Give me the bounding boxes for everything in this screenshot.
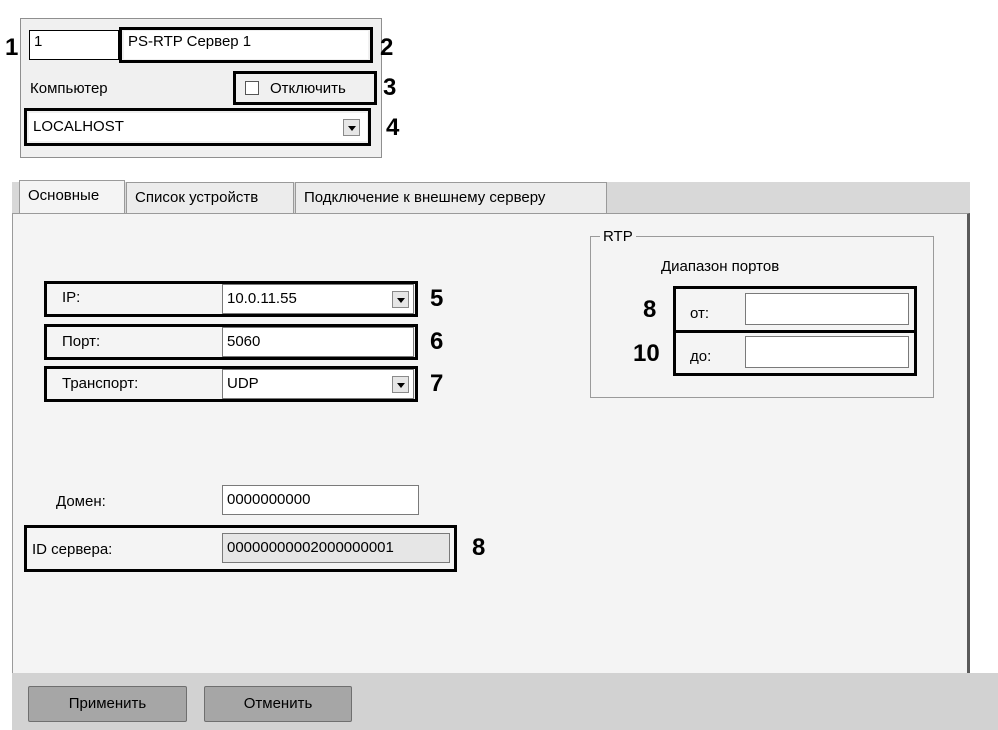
- transport-label: Транспорт:: [62, 375, 139, 392]
- domain-label: Домен:: [56, 493, 106, 510]
- rtp-to-input[interactable]: [745, 336, 909, 368]
- computer-select[interactable]: LOCALHOST: [29, 113, 367, 141]
- callout-5: 5: [430, 285, 444, 312]
- disable-checkbox-label: Отключить: [270, 80, 346, 97]
- rtp-from-input[interactable]: [745, 293, 909, 325]
- rtp-divider: [676, 330, 914, 333]
- callout-2: 2: [380, 34, 394, 61]
- cancel-button[interactable]: Отменить: [204, 686, 352, 722]
- port-input[interactable]: 5060: [222, 327, 414, 357]
- callout-4: 4: [386, 114, 400, 141]
- ip-select[interactable]: 10.0.11.55: [222, 284, 414, 314]
- callout-10-rtp-to: 10: [633, 340, 660, 367]
- tab-main[interactable]: Основные: [19, 180, 125, 214]
- ip-dropdown-icon[interactable]: [392, 291, 409, 308]
- server-id-label: ID сервера:: [32, 541, 113, 558]
- domain-input[interactable]: 0000000000: [222, 485, 419, 515]
- tab-device-list[interactable]: Список устройств: [126, 182, 294, 214]
- callout-8-rtp-from: 8: [643, 296, 657, 323]
- port-range-label: Диапазон портов: [661, 258, 780, 275]
- object-name-field[interactable]: PS-RTP Сервер 1: [124, 31, 368, 59]
- disable-checkbox[interactable]: [245, 81, 259, 95]
- port-label: Порт:: [62, 333, 101, 350]
- rtp-group-title: RTP: [600, 228, 636, 245]
- ip-label: IP:: [62, 289, 81, 306]
- callout-6: 6: [430, 328, 444, 355]
- callout-3: 3: [383, 74, 397, 101]
- tab-external-server[interactable]: Подключение к внешнему серверу: [295, 182, 607, 214]
- object-id-field[interactable]: 1: [29, 30, 119, 60]
- rtp-to-label: до:: [690, 348, 712, 365]
- transport-dropdown-icon[interactable]: [392, 376, 409, 393]
- callout-7: 7: [430, 370, 444, 397]
- callout-1: 1: [5, 34, 19, 61]
- rtp-from-label: от:: [690, 305, 710, 322]
- computer-label: Компьютер: [30, 80, 108, 97]
- computer-dropdown-icon[interactable]: [343, 119, 360, 136]
- transport-select[interactable]: UDP: [222, 369, 414, 399]
- callout-8-server-id: 8: [472, 534, 486, 561]
- apply-button[interactable]: Применить: [28, 686, 187, 722]
- server-id-field: 00000000002000000001: [222, 533, 450, 563]
